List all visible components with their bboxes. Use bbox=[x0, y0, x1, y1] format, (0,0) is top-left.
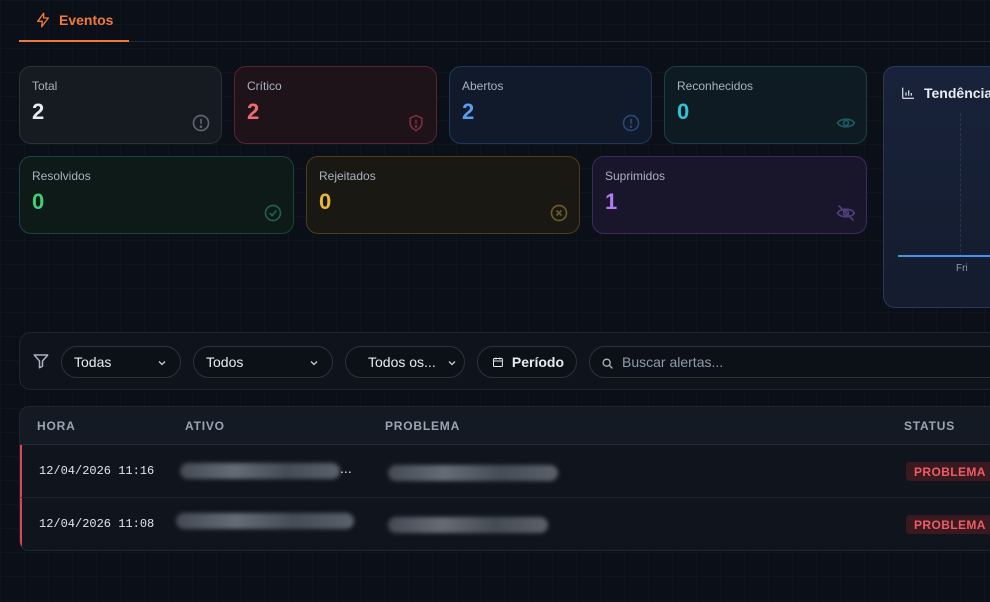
stat-label: Abertos bbox=[462, 79, 504, 93]
type-select[interactable]: Todos os... bbox=[345, 346, 465, 378]
table-row[interactable]: 12/04/2026 11:16 ... PROBLEMA bbox=[20, 445, 990, 498]
row-time: 12/04/2026 11:16 bbox=[39, 464, 155, 478]
stat-label: Suprimidos bbox=[605, 169, 666, 183]
stat-value: 2 bbox=[462, 99, 475, 124]
trend-gridline bbox=[960, 113, 961, 257]
alert-circle-icon bbox=[622, 114, 640, 132]
stat-label: Resolvidos bbox=[32, 169, 91, 183]
trend-x-tick: Fri bbox=[956, 263, 968, 274]
column-header-status[interactable]: STATUS bbox=[904, 419, 955, 433]
search-input[interactable] bbox=[622, 347, 990, 377]
trend-panel: Tendência Fri bbox=[883, 66, 990, 308]
stat-label: Reconhecidos bbox=[677, 79, 754, 93]
redacted-problem bbox=[388, 465, 558, 481]
severity-select-value: Todos bbox=[206, 354, 244, 370]
severity-select[interactable]: Todos bbox=[193, 346, 333, 378]
stat-value: 0 bbox=[677, 99, 690, 124]
redacted-problem bbox=[388, 517, 548, 533]
stat-card-rejected[interactable]: Rejeitados 0 bbox=[306, 156, 580, 234]
stat-card-suppressed[interactable]: Suprimidos 1 bbox=[592, 156, 867, 234]
trend-title: Tendência bbox=[900, 85, 990, 101]
column-header-problema[interactable]: PROBLEMA bbox=[385, 419, 460, 433]
alert-circle-icon bbox=[192, 114, 210, 132]
eye-off-icon bbox=[836, 204, 856, 222]
tab-bar: Eventos bbox=[19, 0, 990, 42]
type-select-value: Todos os... bbox=[368, 354, 436, 370]
stat-label: Total bbox=[32, 79, 58, 93]
stat-label: Crítico bbox=[247, 79, 282, 93]
column-header-hora[interactable]: HORA bbox=[37, 419, 76, 433]
redacted-asset bbox=[180, 463, 340, 479]
check-circle-icon bbox=[264, 204, 282, 222]
tab-eventos[interactable]: Eventos bbox=[19, 0, 129, 42]
stat-value: 2 bbox=[247, 99, 260, 124]
status-badge: PROBLEMA bbox=[906, 515, 990, 534]
status-select[interactable]: Todas bbox=[61, 346, 181, 378]
chevron-down-icon bbox=[448, 361, 456, 366]
stat-card-resolved[interactable]: Resolvidos 0 bbox=[19, 156, 294, 234]
search-icon bbox=[602, 358, 613, 369]
period-label: Período bbox=[511, 354, 564, 370]
trend-grid bbox=[898, 113, 990, 257]
table-row[interactable]: 12/04/2026 11:08 PROBLEMA bbox=[20, 498, 990, 550]
eye-icon bbox=[836, 118, 856, 128]
stat-value: 1 bbox=[605, 189, 618, 214]
stat-value: 2 bbox=[32, 99, 45, 124]
trend-title-text: Tendência bbox=[924, 85, 990, 101]
redacted-asset bbox=[176, 513, 354, 529]
search-box[interactable] bbox=[589, 346, 990, 378]
chevron-down-icon bbox=[158, 361, 166, 366]
filter-bar: Todas Todos Todos os... Período bbox=[19, 332, 990, 390]
row-asset-ellipsis: ... bbox=[340, 460, 352, 476]
filter-icon[interactable] bbox=[32, 352, 50, 370]
stat-card-acknowledged[interactable]: Reconhecidos 0 bbox=[664, 66, 867, 144]
stat-value: 0 bbox=[319, 189, 332, 214]
bar-chart-icon bbox=[902, 87, 914, 99]
table-header: HORA ATIVO PROBLEMA STATUS bbox=[20, 407, 990, 445]
stat-label: Rejeitados bbox=[319, 169, 376, 183]
lightning-icon bbox=[37, 12, 49, 28]
row-time: 12/04/2026 11:08 bbox=[39, 517, 155, 531]
stat-card-total[interactable]: Total 2 bbox=[19, 66, 222, 144]
events-table: HORA ATIVO PROBLEMA STATUS 12/04/2026 11… bbox=[19, 406, 990, 551]
stat-card-open[interactable]: Abertos 2 bbox=[449, 66, 652, 144]
calendar-icon bbox=[492, 357, 503, 367]
tab-label: Eventos bbox=[59, 12, 114, 28]
stat-value: 0 bbox=[32, 189, 45, 214]
shield-alert-icon bbox=[409, 114, 423, 132]
status-select-value: Todas bbox=[74, 354, 112, 370]
x-circle-icon bbox=[550, 204, 568, 222]
stat-card-critical[interactable]: Crítico 2 bbox=[234, 66, 437, 144]
period-button[interactable]: Período bbox=[477, 346, 577, 378]
column-header-ativo[interactable]: ATIVO bbox=[185, 419, 225, 433]
status-badge: PROBLEMA bbox=[906, 462, 990, 481]
trend-series-line bbox=[898, 255, 990, 257]
chevron-down-icon bbox=[310, 361, 318, 366]
